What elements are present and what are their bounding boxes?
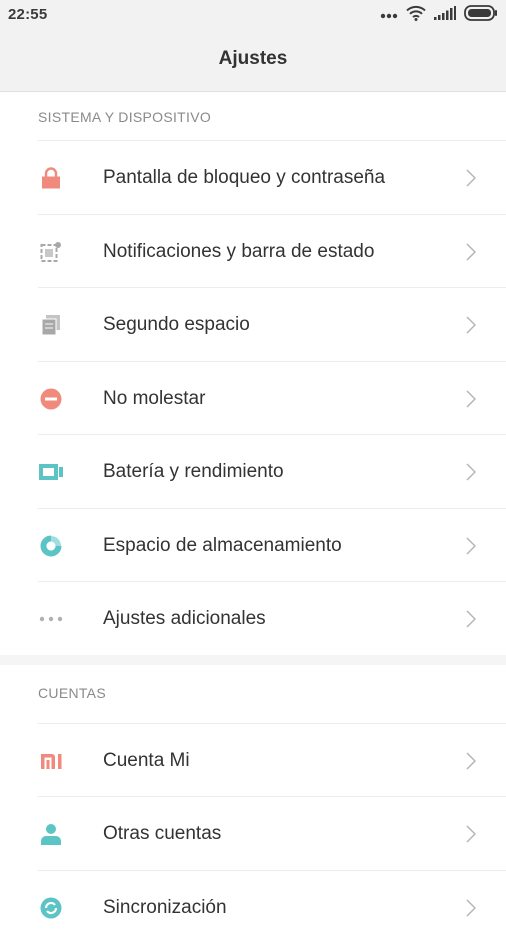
settings-item-battery[interactable]: Batería y rendimiento [38,434,506,508]
settings-item-second-space[interactable]: Segundo espacio [38,287,506,361]
more-dots-icon [380,6,398,24]
settings-item-label: Ajustes adicionales [103,608,266,630]
settings-item-mi-account[interactable]: Cuenta Mi [38,723,506,797]
storage-icon [38,535,64,557]
settings-item-label: Notificaciones y barra de estado [103,241,374,263]
chevron-right-icon [466,537,476,555]
status-time: 22:55 [8,6,47,23]
more-icon [38,608,64,630]
battery-status-icon [464,5,498,26]
settings-item-sync[interactable]: Sincronización [38,870,506,943]
lock-icon [38,167,64,189]
section-title: SISTEMA Y DISPOSITIVO [0,92,506,140]
chevron-right-icon [466,752,476,770]
wifi-icon [406,5,426,26]
settings-item-label: Cuenta Mi [103,750,190,772]
settings-item-notifications[interactable]: Notificaciones y barra de estado [38,214,506,288]
settings-item-additional-settings[interactable]: Ajustes adicionales [38,581,506,655]
section-sistema-y-dispositivo: SISTEMA Y DISPOSITIVO Pantalla de bloque… [0,92,506,655]
battery-icon [38,461,64,483]
section-divider [0,655,506,665]
settings-item-label: Batería y rendimiento [103,461,284,483]
chevron-right-icon [466,463,476,481]
mi-icon [38,750,64,772]
settings-item-label: Segundo espacio [103,314,250,336]
section-title: CUENTAS [0,665,506,723]
chevron-right-icon [466,825,476,843]
settings-item-other-accounts[interactable]: Otras cuentas [38,796,506,870]
settings-item-label: Pantalla de bloqueo y contraseña [103,167,385,189]
settings-item-storage[interactable]: Espacio de almacenamiento [38,508,506,582]
second-space-icon [38,314,64,336]
settings-item-label: Otras cuentas [103,823,221,845]
chevron-right-icon [466,243,476,261]
signal-icon [434,6,456,25]
chevron-right-icon [466,169,476,187]
status-bar: 22:55 [0,0,506,30]
section-cuentas: CUENTAS Cuenta Mi Otras cuent [0,665,506,943]
chevron-right-icon [466,899,476,917]
settings-item-do-not-disturb[interactable]: No molestar [38,361,506,435]
page-title: Ajustes [0,48,506,70]
do-not-disturb-icon [38,388,64,410]
settings-item-lock-screen[interactable]: Pantalla de bloqueo y contraseña [38,140,506,214]
status-icons [380,4,498,26]
settings-list[interactable]: SISTEMA Y DISPOSITIVO Pantalla de bloque… [0,92,506,943]
settings-item-label: Espacio de almacenamiento [103,535,342,557]
chevron-right-icon [466,390,476,408]
person-icon [38,823,64,845]
settings-item-label: No molestar [103,388,205,410]
chevron-right-icon [466,316,476,334]
chevron-right-icon [466,610,476,628]
notification-icon [38,241,64,263]
app-header: Ajustes [0,30,506,92]
